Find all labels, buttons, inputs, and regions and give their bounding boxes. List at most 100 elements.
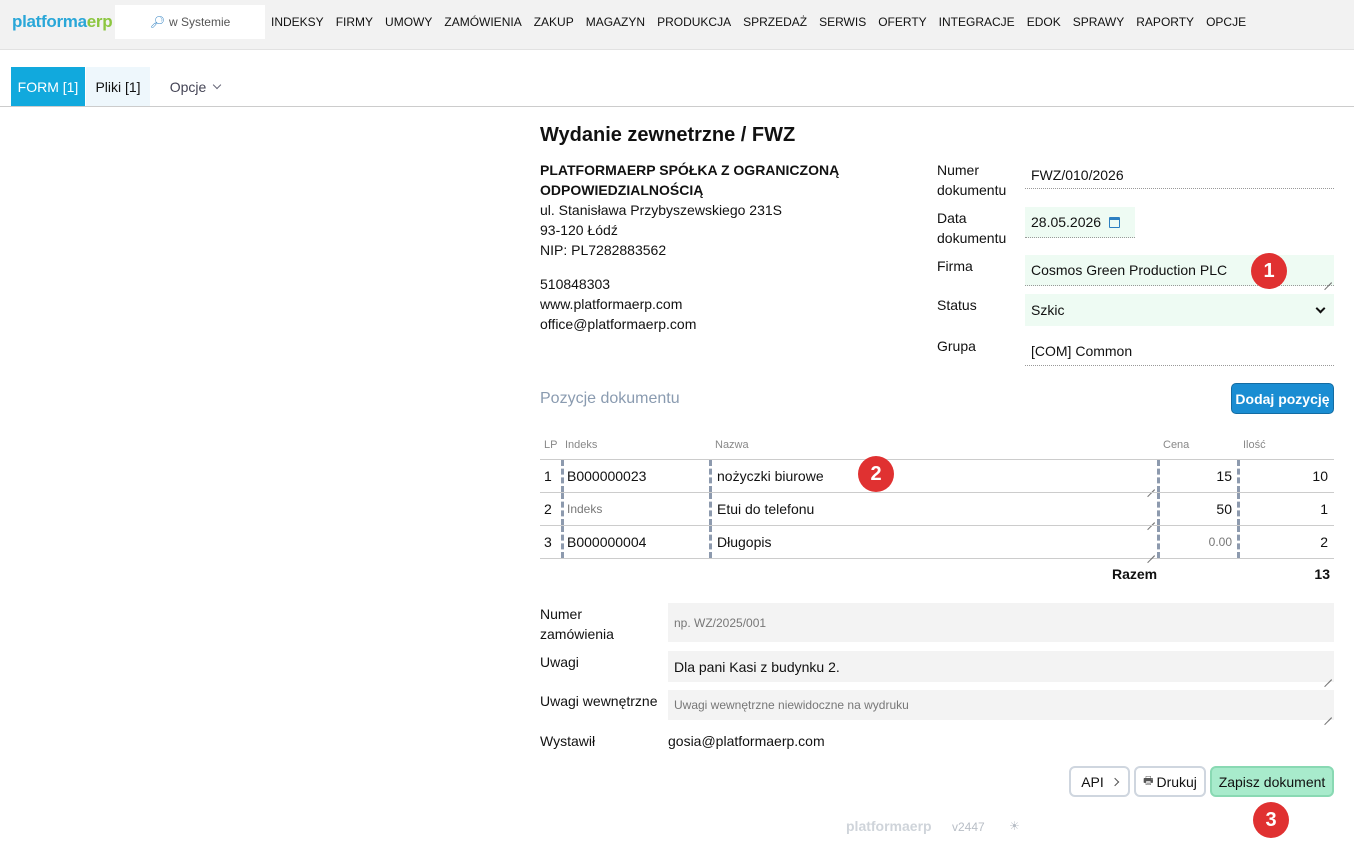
- data-value: 28.05.2026: [1031, 214, 1102, 230]
- resize-handle-icon[interactable]: [1324, 710, 1332, 718]
- zam-label-line-2: zamówienia: [540, 626, 614, 642]
- row-nazwa-value: Długopis: [717, 534, 772, 550]
- printer-icon: 🖶︎: [1143, 775, 1154, 787]
- row-indeks-input[interactable]: B000000023: [567, 460, 707, 492]
- tab-form[interactable]: FORM [1]: [11, 67, 85, 106]
- row-nazwa-input[interactable]: Etui do telefonu: [717, 493, 1157, 525]
- nav-zakup[interactable]: ZAKUP: [534, 15, 574, 29]
- zam-label-line-1: Numer: [540, 606, 583, 622]
- numer-dokumentu-field[interactable]: FWZ/010/2026: [1025, 161, 1334, 189]
- top-navbar: platformaerp 🔎︎ w Systemie INDEKSY FIRMY…: [0, 0, 1354, 50]
- row-lp: 3: [544, 534, 552, 550]
- nav-zamowienia[interactable]: ZAMÓWIENIA: [444, 15, 521, 29]
- nav-sprawy[interactable]: SPRAWY: [1073, 15, 1125, 29]
- numer-dokumentu-label: Numer dokumentu: [937, 160, 1006, 200]
- nav-oferty[interactable]: OFERTY: [878, 15, 926, 29]
- calendar-icon[interactable]: [1109, 216, 1121, 228]
- save-document-button[interactable]: Zapisz dokument: [1210, 766, 1334, 797]
- numer-zamowienia-input[interactable]: np. WZ/2025/001: [668, 603, 1334, 642]
- tab-bar: FORM [1] Pliki [1] Opcje: [0, 67, 1354, 107]
- data-dokumentu-label: Data dokumentu: [937, 208, 1006, 248]
- row-lp: 1: [544, 468, 552, 484]
- table-row: 2 Indeks Etui do telefonu 50 1: [540, 492, 1334, 525]
- company-city: 93-120 Łódź: [540, 222, 618, 238]
- api-label: API: [1081, 773, 1104, 790]
- uwagi-wewnetrzne-label: Uwagi wewnętrzne: [540, 693, 658, 709]
- add-position-button[interactable]: Dodaj pozycję: [1231, 383, 1334, 414]
- footer-logo-a: platforma: [846, 818, 910, 834]
- company-name-line-2: ODPOWIEDZIALNOŚCIĄ: [540, 182, 704, 198]
- resize-handle-icon[interactable]: [1147, 515, 1155, 523]
- data-label-line-2: dokumentu: [937, 230, 1007, 246]
- row-ilosc-input[interactable]: 1: [1240, 493, 1334, 525]
- row-cena-input[interactable]: 0.00: [1160, 526, 1238, 558]
- footer-logo: platformaerp: [846, 818, 932, 834]
- nav-produkcja[interactable]: PRODUKCJA: [657, 15, 731, 29]
- row-nazwa-value: nożyczki biurowe: [717, 468, 824, 484]
- company-www: www.platformaerp.com: [540, 296, 683, 312]
- firma-field[interactable]: Cosmos Green Production PLC: [1025, 255, 1334, 286]
- table-row: 3 B000000004 Długopis 0.00 2: [540, 525, 1334, 559]
- row-nazwa-value: Etui do telefonu: [717, 501, 815, 517]
- row-nazwa-input[interactable]: nożyczki biurowe: [717, 460, 1157, 492]
- row-cena-input[interactable]: 15: [1160, 460, 1238, 492]
- resize-handle-icon[interactable]: [1147, 548, 1155, 556]
- numer-zamowienia-label: Numer zamówienia: [540, 604, 614, 644]
- nav-firmy[interactable]: FIRMY: [336, 15, 373, 29]
- grupa-field[interactable]: [COM] Common: [1025, 336, 1334, 366]
- razem-label: Razem: [1112, 566, 1158, 582]
- api-button[interactable]: API: [1069, 766, 1130, 797]
- tab-opcje[interactable]: Opcje: [160, 67, 230, 106]
- page-title: Wydanie zewnetrzne / FWZ: [540, 124, 796, 146]
- nav-sprzedaz[interactable]: SPRZEDAŻ: [743, 15, 807, 29]
- row-indeks-input[interactable]: Indeks: [567, 493, 707, 525]
- print-button[interactable]: 🖶︎ Drukuj: [1134, 766, 1206, 797]
- nav-raporty[interactable]: RAPORTY: [1136, 15, 1194, 29]
- row-ilosc-input[interactable]: 10: [1240, 460, 1334, 492]
- app-logo[interactable]: platformaerp: [12, 12, 113, 32]
- resize-handle-icon[interactable]: [1147, 482, 1155, 490]
- annotation-badge-2: 2: [858, 456, 894, 492]
- nav-opcje[interactable]: OPCJE: [1206, 15, 1246, 29]
- nav-serwis[interactable]: SERWIS: [819, 15, 866, 29]
- firma-value: Cosmos Green Production PLC: [1031, 262, 1228, 278]
- wystawil-label: Wystawił: [540, 733, 596, 749]
- row-ilosc-input[interactable]: 2: [1240, 526, 1334, 558]
- nav-edok[interactable]: EDOK: [1027, 15, 1061, 29]
- company-email: office@platformaerp.com: [540, 316, 697, 332]
- nav-integracje[interactable]: INTEGRACJE: [939, 15, 1015, 29]
- tab-pliki[interactable]: Pliki [1]: [86, 67, 150, 106]
- data-label-line-1: Data: [937, 210, 967, 226]
- annotation-badge-1: 1: [1251, 253, 1287, 289]
- data-dokumentu-field[interactable]: 28.05.2026: [1025, 207, 1135, 238]
- status-label: Status: [937, 297, 977, 313]
- company-phone: 510848303: [540, 276, 611, 292]
- column-header-nazwa: Nazwa: [715, 439, 749, 451]
- wystawil-value: gosia@platformaerp.com: [668, 733, 825, 749]
- uwagi-wewnetrzne-textarea[interactable]: Uwagi wewnętrzne niewidoczne na wydruku: [668, 690, 1334, 720]
- main-menu: INDEKSY FIRMY UMOWY ZAMÓWIENIA ZAKUP MAG…: [271, 15, 1258, 29]
- system-search[interactable]: 🔎︎ w Systemie: [115, 5, 265, 39]
- nav-magazyn[interactable]: MAGAZYN: [586, 15, 645, 29]
- nav-indeksy[interactable]: INDEKSY: [271, 15, 324, 29]
- bug-report-icon[interactable]: ☀︎: [1009, 819, 1020, 833]
- numer-label-line-1: Numer: [937, 162, 980, 178]
- row-nazwa-input[interactable]: Długopis: [717, 526, 1157, 558]
- table-row: 1 B000000023 nożyczki biurowe 15 10: [540, 459, 1334, 492]
- search-label: w Systemie: [168, 15, 231, 29]
- row-cena-input[interactable]: 50: [1160, 493, 1238, 525]
- row-indeks-input[interactable]: B000000004: [567, 526, 707, 558]
- positions-section-title: Pozycje dokumentu: [540, 390, 680, 407]
- resize-handle-icon[interactable]: [1324, 672, 1332, 680]
- chevron-right-icon: [1110, 777, 1120, 786]
- uwagi-wewnetrzne-placeholder: Uwagi wewnętrzne niewidoczne na wydruku: [674, 698, 909, 712]
- numer-label-line-2: dokumentu: [937, 182, 1007, 198]
- resize-handle-icon[interactable]: [1324, 275, 1332, 283]
- nav-umowy[interactable]: UMOWY: [385, 15, 432, 29]
- company-street: ul. Stanisława Przybyszewskiego 231S: [540, 202, 783, 218]
- status-select[interactable]: Szkic: [1025, 294, 1334, 326]
- magnifier-icon: 🔎︎: [149, 15, 165, 29]
- tab-opcje-label: Opcje: [169, 78, 207, 95]
- uwagi-textarea[interactable]: Dla pani Kasi z budynku 2.: [668, 651, 1334, 682]
- column-header-ilosc: Ilość: [1243, 439, 1266, 451]
